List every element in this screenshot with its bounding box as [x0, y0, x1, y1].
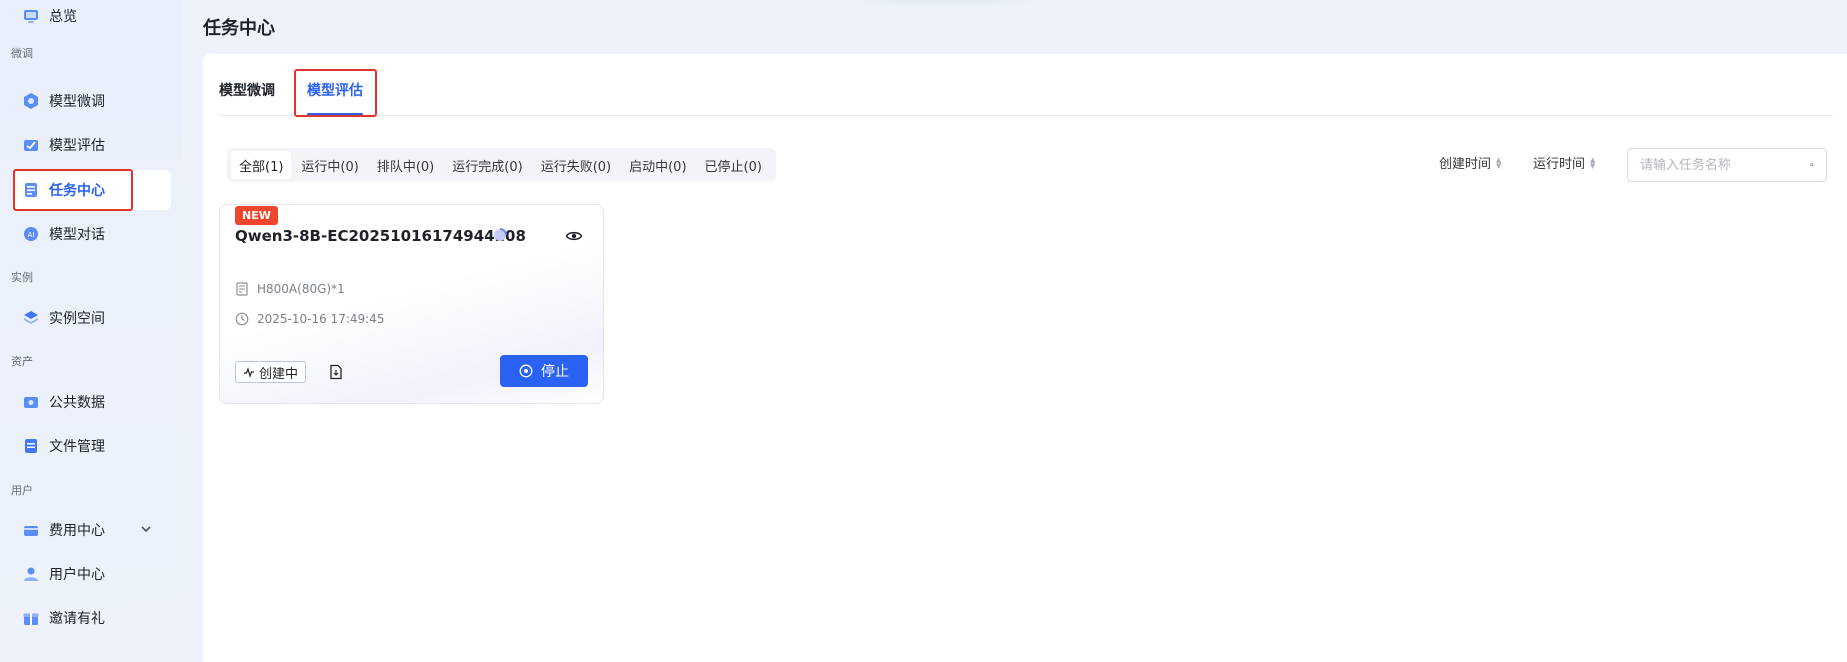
server-icon [236, 282, 248, 296]
stop-button-label: 停止 [541, 364, 569, 380]
sidebar-group-instance: 实例 [11, 271, 33, 284]
gpu-spec: H800A(80G)*1 [257, 282, 345, 296]
stop-icon [519, 364, 533, 378]
chevron-down-icon[interactable] [139, 522, 153, 536]
sidebar-item-label: 模型评估 [49, 138, 105, 154]
task-title: Qwen3-8B-EC20251016174944208 [235, 227, 526, 245]
sidebar-group-user: 用户 [11, 484, 33, 497]
sidebar-item-finetune[interactable]: 模型微调 [14, 81, 171, 121]
chat-icon: AI [21, 224, 41, 244]
loading-icon [494, 228, 507, 241]
top-shadow [860, 0, 1030, 2]
file-icon [21, 436, 41, 456]
filter-starting[interactable]: 启动中(0) [621, 151, 694, 179]
sort-run-time[interactable]: 运行时间 ▲ ▼ [1533, 153, 1595, 172]
status-text: 创建中 [259, 366, 299, 382]
sidebar-item-label: 公共数据 [49, 395, 105, 411]
created-time: 2025-10-16 17:49:45 [257, 312, 385, 326]
sort-arrows-icon: ▲ ▼ [1496, 155, 1502, 170]
sidebar-item-instance[interactable]: 实例空间 [14, 298, 171, 338]
finetune-icon [21, 91, 41, 111]
sidebar-item-overview[interactable]: 总览 [14, 0, 171, 36]
sidebar-item-label: 文件管理 [49, 439, 105, 455]
sidebar: 总览 微调 模型微调 模型评估 任务中心 AI 模型对话 实例 实例空间 资产 [0, 0, 183, 662]
filter-running[interactable]: 运行中(0) [293, 151, 366, 179]
sidebar-group-assets: 资产 [11, 355, 33, 368]
log-file-icon[interactable] [328, 364, 344, 380]
stop-button[interactable]: 停止 [500, 355, 588, 387]
sidebar-item-label: 模型微调 [49, 94, 105, 110]
page-title: 任务中心 [203, 18, 275, 39]
sidebar-item-user[interactable]: 用户中心 [14, 554, 171, 594]
sort-label: 运行时间 [1533, 157, 1586, 172]
sidebar-item-label: 邀请有礼 [49, 611, 105, 627]
search-input[interactable] [1640, 157, 1810, 173]
instance-icon [21, 308, 41, 328]
sidebar-item-label: 任务中心 [49, 183, 105, 199]
sidebar-item-billing[interactable]: 费用中心 [14, 510, 171, 550]
task-center-icon [21, 180, 41, 200]
tab-active-indicator [307, 113, 363, 116]
evaluate-icon [21, 135, 41, 155]
activity-icon [244, 367, 254, 378]
sidebar-item-public-data[interactable]: 公共数据 [14, 382, 171, 422]
tab-bar: 模型微调 模型评估 [219, 68, 1833, 116]
sidebar-item-task-center[interactable]: 任务中心 [14, 170, 171, 210]
eye-icon[interactable] [565, 227, 583, 245]
sidebar-item-label: 模型对话 [49, 227, 105, 243]
sidebar-item-evaluate[interactable]: 模型评估 [14, 125, 171, 165]
user-icon [21, 564, 41, 584]
sidebar-item-label: 实例空间 [49, 311, 105, 327]
sidebar-item-label: 用户中心 [49, 567, 105, 583]
sidebar-item-file[interactable]: 文件管理 [14, 426, 171, 466]
overview-icon [21, 6, 41, 26]
task-card[interactable]: NEW Qwen3-8B-EC20251016174944208 H800A(8… [219, 204, 604, 404]
search-icon[interactable] [1810, 158, 1814, 172]
svg-text:AI: AI [28, 231, 35, 239]
tab-finetune[interactable]: 模型微调 [219, 80, 275, 100]
sidebar-item-label: 总览 [49, 9, 77, 25]
main-panel: 模型微调 模型评估 全部(1) 运行中(0) 排队中(0) 运行完成(0) 运行… [203, 54, 1847, 662]
clock-icon [235, 312, 249, 326]
sidebar-item-chat[interactable]: AI 模型对话 [14, 214, 171, 254]
status-badge: 创建中 [235, 361, 307, 383]
filter-failed[interactable]: 运行失败(0) [533, 151, 619, 179]
billing-icon [21, 520, 41, 540]
search-box [1627, 148, 1827, 182]
sort-created-time[interactable]: 创建时间 ▲ ▼ [1439, 153, 1501, 172]
new-badge: NEW [235, 206, 278, 225]
sort-arrows-icon: ▲ ▼ [1590, 155, 1596, 170]
sidebar-group-finetune: 微调 [11, 47, 33, 60]
sort-label: 创建时间 [1439, 157, 1492, 172]
filter-all[interactable]: 全部(1) [231, 151, 292, 179]
sidebar-item-gift[interactable]: 邀请有礼 [14, 598, 171, 638]
filter-stopped[interactable]: 已停止(0) [697, 151, 770, 179]
sidebar-item-label: 费用中心 [49, 523, 105, 539]
public-data-icon [21, 392, 41, 412]
created-time-info: 2025-10-16 17:49:45 [235, 312, 384, 326]
tab-evaluate[interactable]: 模型评估 [307, 80, 363, 100]
filter-queued[interactable]: 排队中(0) [369, 151, 442, 179]
status-filter-bar: 全部(1) 运行中(0) 排队中(0) 运行完成(0) 运行失败(0) 启动中(… [227, 148, 776, 182]
gift-icon [21, 608, 41, 628]
filter-completed[interactable]: 运行完成(0) [444, 151, 530, 179]
gpu-info: H800A(80G)*1 [235, 282, 345, 296]
